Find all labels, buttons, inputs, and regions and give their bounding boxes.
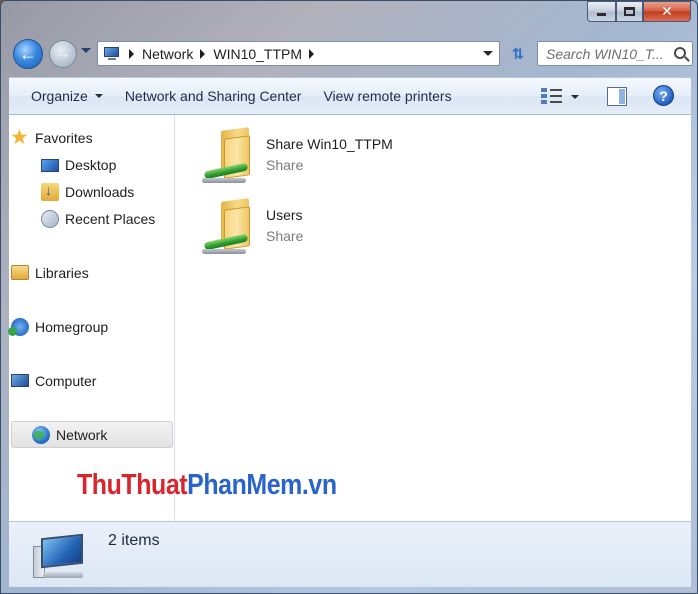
sidebar-item-desktop[interactable]: Desktop <box>41 151 175 178</box>
sidebar-item-label: Libraries <box>35 264 89 281</box>
navigation-bar: ← → Network WIN10_TTPM ⇅ Search WIN10_T.… <box>11 37 693 71</box>
change-view-icon[interactable] <box>541 87 563 105</box>
sidebar-item-label: Desktop <box>65 156 117 173</box>
sidebar-item-recent-places[interactable]: Recent Places <box>41 205 175 232</box>
item-type: Share <box>266 157 304 173</box>
network-location-icon <box>104 46 122 61</box>
list-item-users[interactable]: Users Share <box>200 198 500 258</box>
address-bar[interactable]: Network WIN10_TTPM <box>97 41 500 66</box>
item-name: Users <box>266 207 303 223</box>
breadcrumb-separator-icon[interactable] <box>309 48 315 59</box>
view-remote-printers-button[interactable]: View remote printers <box>312 78 462 114</box>
item-count: 2 items <box>108 532 160 549</box>
back-arrow-icon: ← <box>19 43 37 64</box>
item-name: Share Win10_TTPM <box>266 136 393 152</box>
details-pane: 2 items <box>9 521 691 587</box>
computer-icon <box>11 374 29 387</box>
sidebar-item-homegroup[interactable]: Homegroup <box>8 313 173 340</box>
network-sharing-center-label: Network and Sharing Center <box>124 88 302 104</box>
star-icon <box>10 125 29 150</box>
content-area: Favorites Desktop Downloads Recent Place… <box>8 115 691 521</box>
item-type: Share <box>266 228 304 244</box>
command-bar: Organize Network and Sharing Center View… <box>9 77 691 115</box>
desktop-icon <box>41 159 59 172</box>
address-dropdown-icon[interactable] <box>483 51 493 56</box>
sidebar-item-label: Recent Places <box>65 210 156 227</box>
close-button[interactable]: ✕ <box>643 1 691 22</box>
computer-icon <box>31 533 87 582</box>
libraries-icon <box>11 265 29 280</box>
list-item-share-win10-ttpm[interactable]: Share Win10_TTPM Share <box>200 127 500 187</box>
refresh-icon: ⇅ <box>511 45 525 63</box>
network-sharing-center-button[interactable]: Network and Sharing Center <box>114 78 313 114</box>
view-remote-printers-label: View remote printers <box>323 88 452 104</box>
maximize-icon <box>624 7 635 16</box>
downloads-icon <box>41 182 59 201</box>
navigation-pane: Favorites Desktop Downloads Recent Place… <box>8 115 175 521</box>
forward-arrow-icon: → <box>55 45 71 62</box>
watermark-part1: ThuThuat <box>77 469 188 501</box>
back-button[interactable]: ← <box>13 39 43 69</box>
watermark-part2: PhanMem.vn <box>187 469 337 501</box>
recent-pages-dropdown-icon[interactable] <box>81 48 91 53</box>
minimize-icon <box>597 13 606 16</box>
refresh-button[interactable]: ⇅ <box>505 41 531 66</box>
sidebar-item-label: Network <box>56 426 108 443</box>
search-placeholder: Search WIN10_T... <box>546 45 664 62</box>
close-icon: ✕ <box>661 3 673 19</box>
shared-folder-icon <box>200 198 255 258</box>
sidebar-item-libraries[interactable]: Libraries <box>11 259 173 286</box>
network-icon <box>32 425 50 444</box>
sidebar-item-label: Computer <box>35 372 97 389</box>
sidebar-item-label: Homegroup <box>35 318 109 335</box>
preview-pane-icon[interactable] <box>607 87 627 106</box>
sidebar-item-downloads[interactable]: Downloads <box>41 178 175 205</box>
forward-button[interactable]: → <box>49 40 77 68</box>
breadcrumb-separator-icon[interactable] <box>129 48 134 59</box>
maximize-button[interactable] <box>616 1 643 22</box>
help-icon[interactable]: ? <box>653 85 674 106</box>
breadcrumb-separator-icon[interactable] <box>200 48 206 59</box>
breadcrumb-network[interactable]: Network <box>142 46 193 62</box>
chevron-down-icon <box>94 94 103 98</box>
minimize-button[interactable] <box>587 1 616 22</box>
search-input[interactable]: Search WIN10_T... <box>537 41 693 66</box>
shared-folder-icon <box>200 127 255 187</box>
organize-label: Organize <box>31 88 88 104</box>
sidebar-item-favorites[interactable]: Favorites <box>10 124 173 151</box>
search-icon[interactable] <box>674 47 686 59</box>
homegroup-icon <box>8 317 29 336</box>
recent-places-icon <box>41 209 59 228</box>
explorer-window: ✕ ← → Network WIN10_TTPM ⇅ Search WIN10_… <box>0 0 698 594</box>
caption-buttons: ✕ <box>587 1 691 22</box>
help-label: ? <box>659 87 668 104</box>
sidebar-item-label: Downloads <box>65 183 135 200</box>
organize-button[interactable]: Organize <box>20 78 114 114</box>
views-dropdown-icon[interactable] <box>571 95 579 99</box>
watermark: ThuThuatPhanMem.vn <box>77 469 337 502</box>
sidebar-item-label: Favorites <box>35 129 93 146</box>
breadcrumb-win10-ttpm[interactable]: WIN10_TTPM <box>213 46 302 62</box>
file-list: Share Win10_TTPM Share Users Share <box>176 115 691 521</box>
sidebar-item-computer[interactable]: Computer <box>11 367 173 394</box>
sidebar-item-network[interactable]: Network <box>11 421 173 448</box>
